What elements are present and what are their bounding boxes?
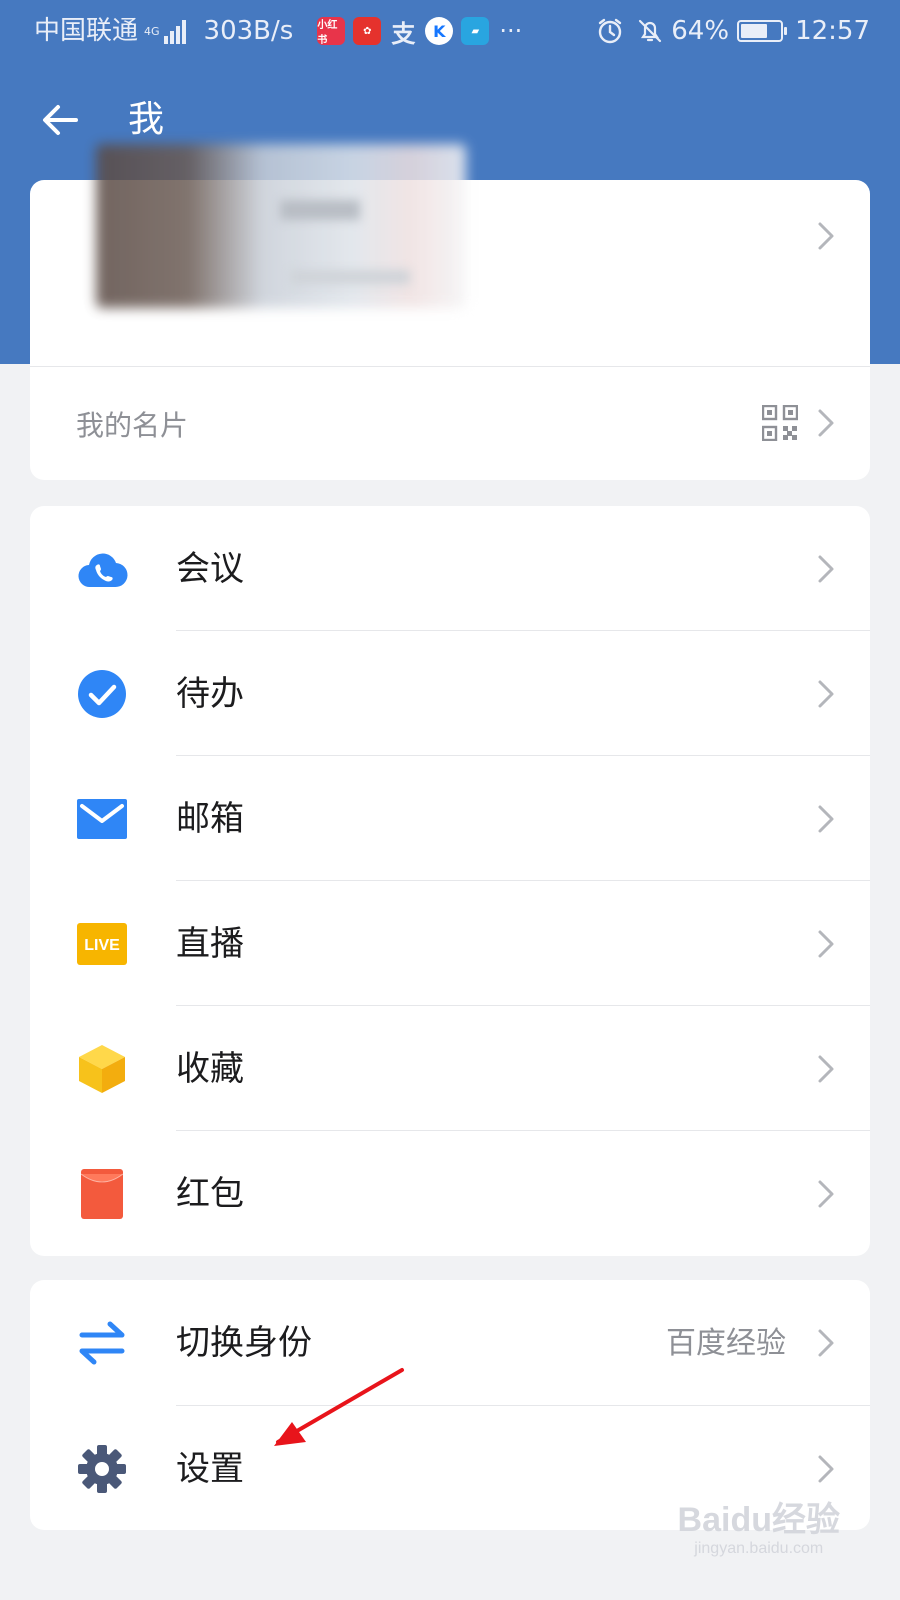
- meeting-cloud-phone-icon: [78, 553, 128, 588]
- current-identity-value: 百度经验: [666, 1326, 786, 1361]
- carrier-name: 中国联通: [34, 16, 139, 46]
- menu-item-label: 红包: [176, 1174, 244, 1214]
- svg-text:LIVE: LIVE: [84, 937, 120, 954]
- mute-bell-icon: [639, 19, 662, 43]
- switch-identity-row[interactable]: 切换身份 百度经验: [30, 1280, 870, 1406]
- menu-item-label: 收藏: [176, 1049, 244, 1089]
- xiaohongshu-icon: 小红书: [317, 17, 346, 46]
- menu-item-label: 邮箱: [176, 799, 244, 839]
- chevron-right-icon: [818, 409, 834, 437]
- menu-item-meeting[interactable]: 会议: [30, 506, 870, 631]
- chevron-right-icon: [818, 1455, 834, 1483]
- switch-arrows-icon: [79, 1321, 125, 1365]
- chevron-right-icon: [818, 222, 834, 250]
- watermark-main: Baidu经验: [677, 1501, 840, 1539]
- profile-summary[interactable]: [30, 144, 870, 366]
- alarm-icon: [599, 18, 622, 44]
- menu-item-live[interactable]: LIVE 直播: [30, 881, 870, 1006]
- network-type: 4G: [144, 24, 160, 38]
- chevron-right-icon: [818, 1180, 834, 1208]
- k-app-icon: K: [425, 17, 454, 45]
- menu-item-red-packet[interactable]: 红包: [30, 1131, 870, 1256]
- todo-check-icon: [78, 670, 126, 718]
- name-blurred: [280, 200, 360, 220]
- live-badge-icon: LIVE: [77, 923, 127, 965]
- alipay-icon: 支: [391, 19, 416, 48]
- chevron-right-icon: [818, 555, 834, 583]
- chevron-right-icon: [818, 805, 834, 833]
- account-blurred: [290, 270, 410, 284]
- chevron-right-icon: [818, 930, 834, 958]
- network-speed: 303B/s: [203, 16, 294, 46]
- settings-label: 设置: [176, 1449, 244, 1489]
- my-card-label: 我的名片: [76, 409, 189, 442]
- food-app-icon: ✿: [353, 17, 382, 45]
- more-notifications-icon: ···: [499, 17, 523, 45]
- baidu-watermark: Baidu经验 jingyan.baidu.com: [678, 1500, 840, 1558]
- menu-item-favorites[interactable]: 收藏: [30, 1006, 870, 1131]
- chevron-right-icon: [818, 1329, 834, 1357]
- profile-card: 我的名片: [30, 144, 870, 480]
- watermark-sub: jingyan.baidu.com: [694, 1540, 824, 1557]
- switch-identity-label: 切换身份: [176, 1323, 312, 1363]
- menu-item-label: 直播: [176, 924, 244, 964]
- menu-item-label: 会议: [176, 549, 244, 589]
- signal-icon: [162, 18, 186, 44]
- avatar-blurred: [96, 144, 466, 308]
- status-bar: 中国联通 4G 303B/s 小红书 ✿ 支 K ▰ ··· 64% 12:57: [0, 0, 900, 62]
- qr-code-icon: [762, 405, 798, 441]
- back-arrow-icon[interactable]: [36, 96, 84, 144]
- my-card-row[interactable]: 我的名片: [30, 366, 870, 480]
- account-card: 切换身份 百度经验 设置: [30, 1280, 870, 1530]
- mail-envelope-icon: [77, 799, 127, 839]
- features-card: 会议 待办 邮箱 LIVE 直播 收藏 红包: [30, 506, 870, 1256]
- annotation-arrow-icon: [274, 1368, 404, 1446]
- chevron-right-icon: [818, 1055, 834, 1083]
- battery-icon: [737, 20, 788, 42]
- gear-icon: [78, 1445, 126, 1493]
- red-envelope-icon: [80, 1169, 124, 1219]
- chevron-right-icon: [818, 680, 834, 708]
- clock: 12:57: [795, 16, 870, 46]
- favorites-box-icon: [79, 1045, 125, 1093]
- menu-item-todo[interactable]: 待办: [30, 631, 870, 756]
- battery-percent: 64%: [671, 16, 730, 46]
- menu-item-mailbox[interactable]: 邮箱: [30, 756, 870, 881]
- page-title: 我: [128, 99, 165, 140]
- truck-app-icon: ▰: [461, 17, 490, 45]
- menu-item-label: 待办: [176, 674, 244, 714]
